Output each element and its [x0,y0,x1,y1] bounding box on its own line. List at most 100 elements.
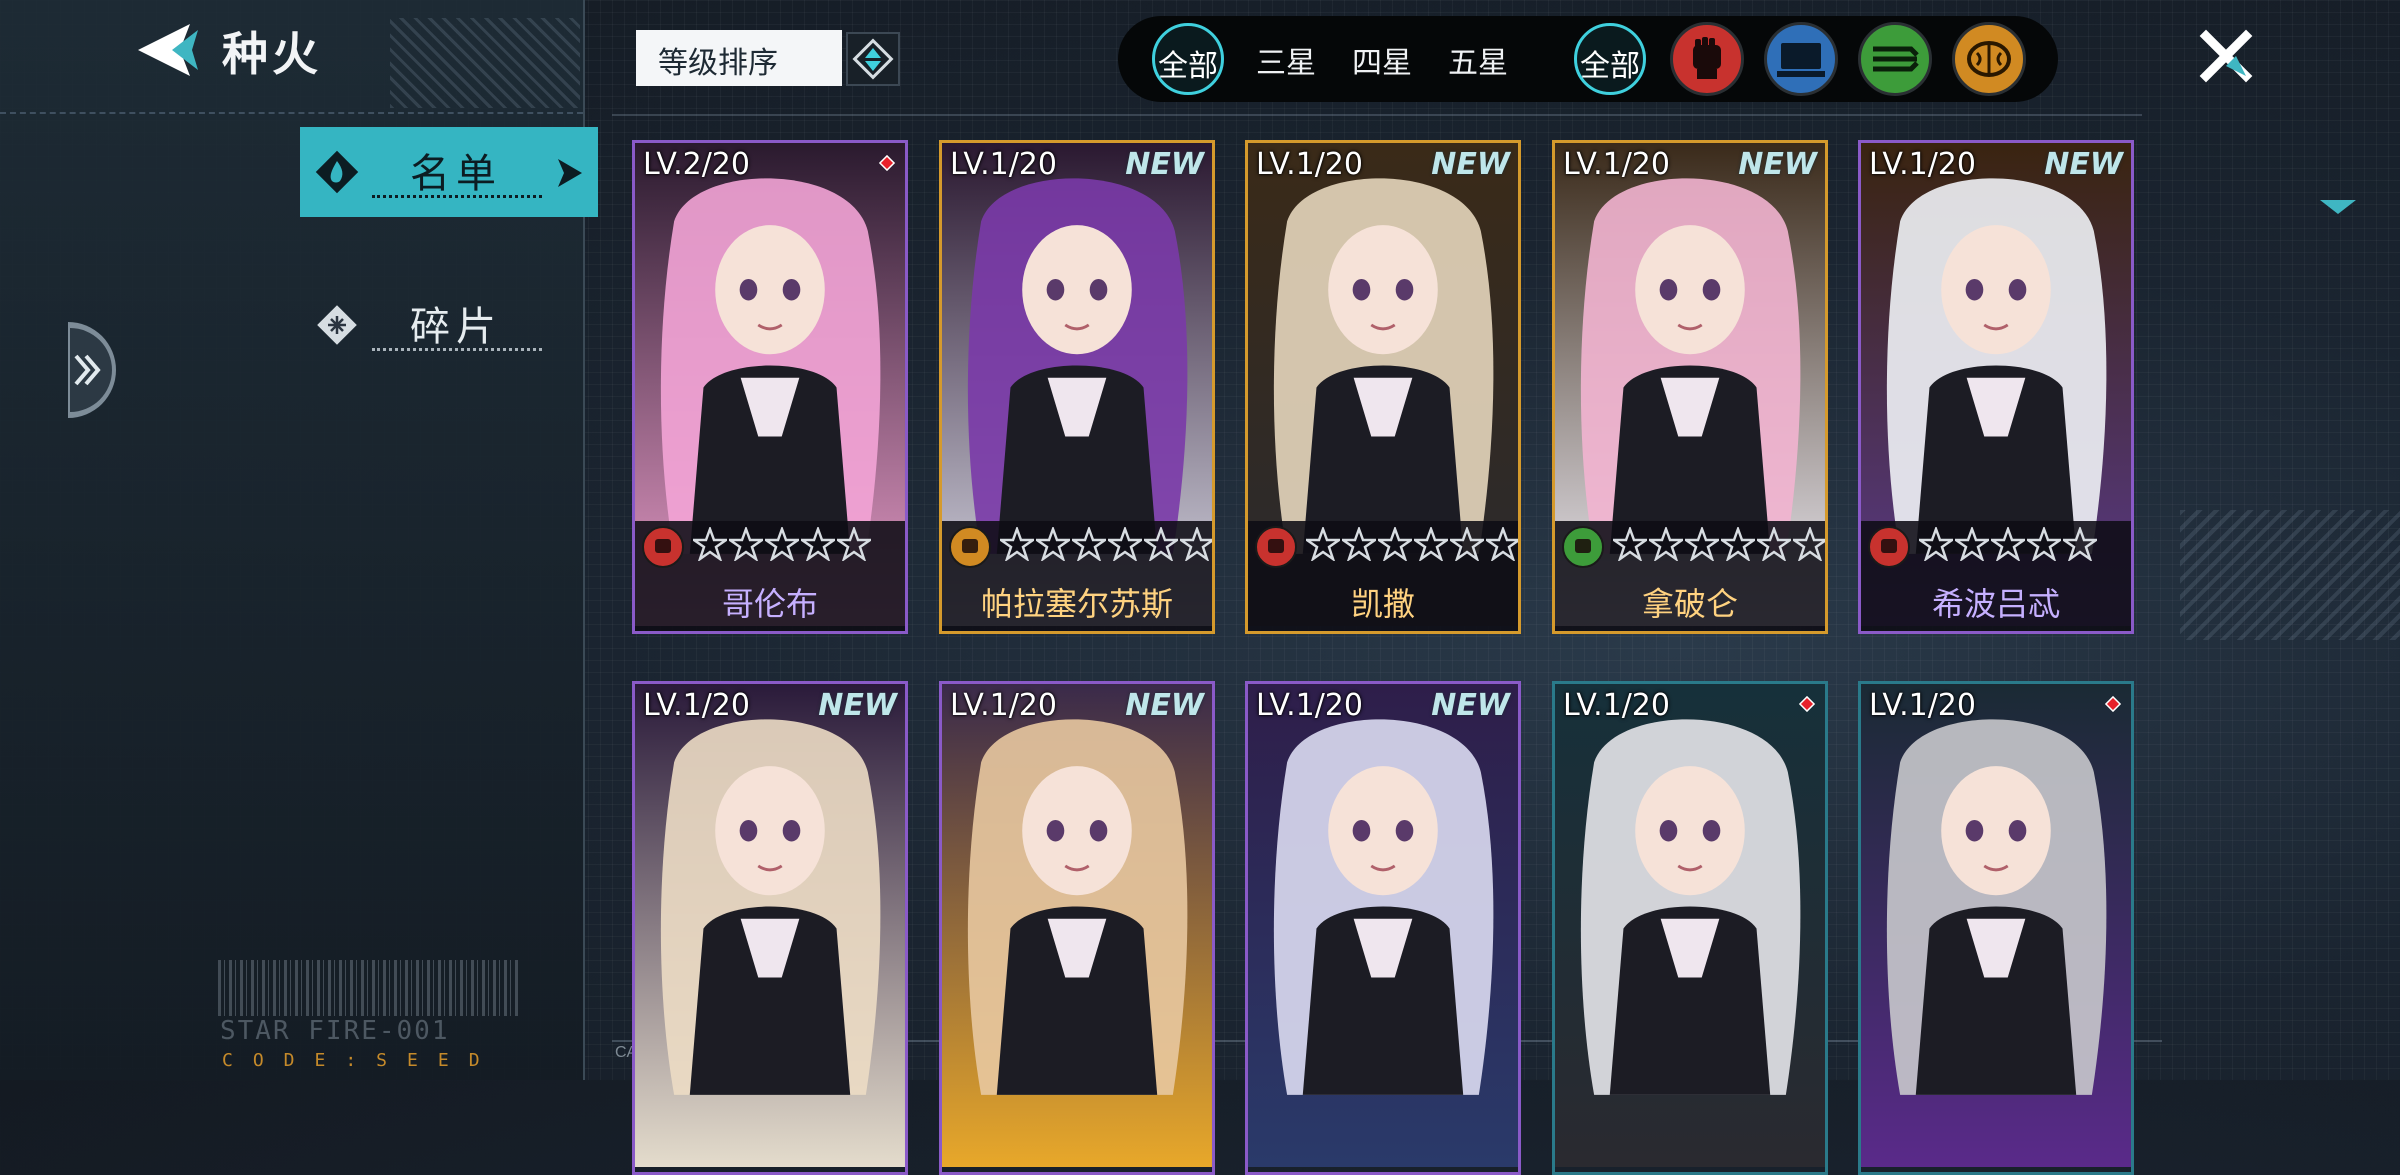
page-title: 种火 [222,27,322,81]
card-level: LV.1/20 [643,688,750,723]
character-card[interactable]: LV.1/20 NEW [1245,681,1521,1175]
nav-tab-label: 名单 [410,151,502,197]
card-level: LV.1/20 [950,147,1057,182]
star-icon [765,527,799,561]
brain-icon [949,526,991,568]
new-badge: NEW [2044,147,2123,182]
star-icon [729,527,763,561]
red-diamond-icon [1799,696,1815,712]
nav-tab-label: 碎片 [410,304,502,350]
star-icon [837,527,871,561]
card-level: LV.1/20 [1869,147,1976,182]
star-icon [1108,527,1142,561]
filter-three-star[interactable]: 三星 [1256,38,1316,82]
new-badge: NEW [818,688,897,723]
star-rating [1919,527,2097,567]
character-card[interactable]: LV.1/20 NEW [939,681,1215,1175]
filter-type-fist[interactable] [1670,22,1744,96]
filter-type-computer[interactable] [1764,22,1838,96]
new-badge: NEW [1738,147,1817,182]
character-card[interactable]: LV.1/20 NEW 凯撒 [1245,140,1521,634]
card-level: LV.2/20 [643,147,750,182]
card-level: LV.1/20 [1256,688,1363,723]
sort-diamond-icon [852,38,894,80]
character-name: 帕拉塞尔苏斯 [980,585,1173,623]
close-icon[interactable] [2196,26,2256,86]
card-info-strip: 希波吕忒 [1861,521,2131,631]
grid-top-line [612,114,2142,116]
card-level: LV.1/20 [1256,147,1363,182]
character-name: 凯撒 [1350,585,1415,623]
new-badge: NEW [1125,688,1204,723]
fire-emblem-icon [315,150,359,194]
filter-type-speed[interactable] [1858,22,1932,96]
nav-underline [372,195,542,198]
star-icon [1955,527,1989,561]
character-name: 哥伦布 [721,585,818,623]
star-icon [801,527,835,561]
star-icon [1072,527,1106,561]
star-icon [2027,527,2061,561]
character-card[interactable]: LV.2/20 哥伦布 [632,140,908,634]
character-card[interactable]: LV.1/20 [1858,681,2134,1175]
star-icon [1757,527,1791,561]
new-badge: NEW [1125,147,1204,182]
star-icon [1721,527,1755,561]
card-info-strip: 拿破仑 [1555,521,1825,631]
star-icon [1180,527,1212,561]
character-portrait [635,684,905,1168]
barcode-label: STAR FIRE-001 [220,1016,450,1046]
character-card[interactable]: LV.1/20 NEW [632,681,908,1175]
star-icon [1685,527,1719,561]
header-divider [0,112,583,114]
new-badge: NEW [1431,147,1510,182]
fist-icon [1693,37,1721,79]
star-icon [1793,527,1825,561]
brain-icon [1967,41,2011,77]
character-card[interactable]: LV.1/20 NEW 帕拉塞尔苏斯 [939,140,1215,634]
triangle-decoration [2320,200,2356,214]
left-panel: 种火 名单 碎片 STAR FIRE-001 CODE:SEED [0,0,598,1080]
filter-stars-all-label: 全部 [1158,49,1218,84]
character-portrait [1248,684,1518,1168]
card-info-strip: 哥伦布 [635,521,905,631]
star-icon [1414,527,1448,561]
computer-icon [1777,43,1825,77]
character-name: 希波吕忒 [1931,585,2060,623]
character-card[interactable]: LV.1/20 NEW 拿破仑 [1552,140,1828,634]
star-icon [1450,527,1484,561]
sort-order-toggle[interactable] [846,32,900,86]
nav-tab-fragments[interactable]: 碎片 [300,280,598,370]
sort-label: 等级排序 [658,46,778,81]
character-card[interactable]: LV.1/20 [1552,681,1828,1175]
character-name: 拿破仑 [1641,585,1738,623]
play-arrow-icon [558,159,582,187]
filter-types-all[interactable]: 全部 [1574,23,1646,95]
star-rating [1000,527,1212,567]
star-icon [1378,527,1412,561]
nav-tab-roster[interactable]: 名单 [300,127,598,217]
back-arrow-icon[interactable] [128,20,200,80]
card-info-strip: 凯撒 [1248,521,1518,631]
new-badge: NEW [1431,688,1510,723]
filter-stars-all[interactable]: 全部 [1152,23,1224,95]
filter-four-star[interactable]: 四星 [1352,38,1412,82]
star-rating [693,527,871,567]
fist-icon [1868,526,1910,568]
character-portrait [1861,684,2131,1168]
red-diamond-icon [879,155,895,171]
expand-handle-icon[interactable] [68,322,124,418]
fist-icon [642,526,684,568]
sort-dropdown[interactable]: 等级排序 [636,30,842,86]
code-label: CODE:SEED [222,1050,500,1071]
character-portrait [942,684,1212,1168]
character-card[interactable]: LV.1/20 NEW 希波吕忒 [1858,140,2134,634]
star-icon [1919,527,1953,561]
star-icon [1036,527,1070,561]
filter-five-star[interactable]: 五星 [1448,38,1508,82]
filter-types-all-label: 全部 [1580,49,1640,84]
filter-type-brain[interactable] [1952,22,2026,96]
card-level: LV.1/20 [1563,147,1670,182]
star-icon [693,527,727,561]
red-diamond-icon [2105,696,2121,712]
